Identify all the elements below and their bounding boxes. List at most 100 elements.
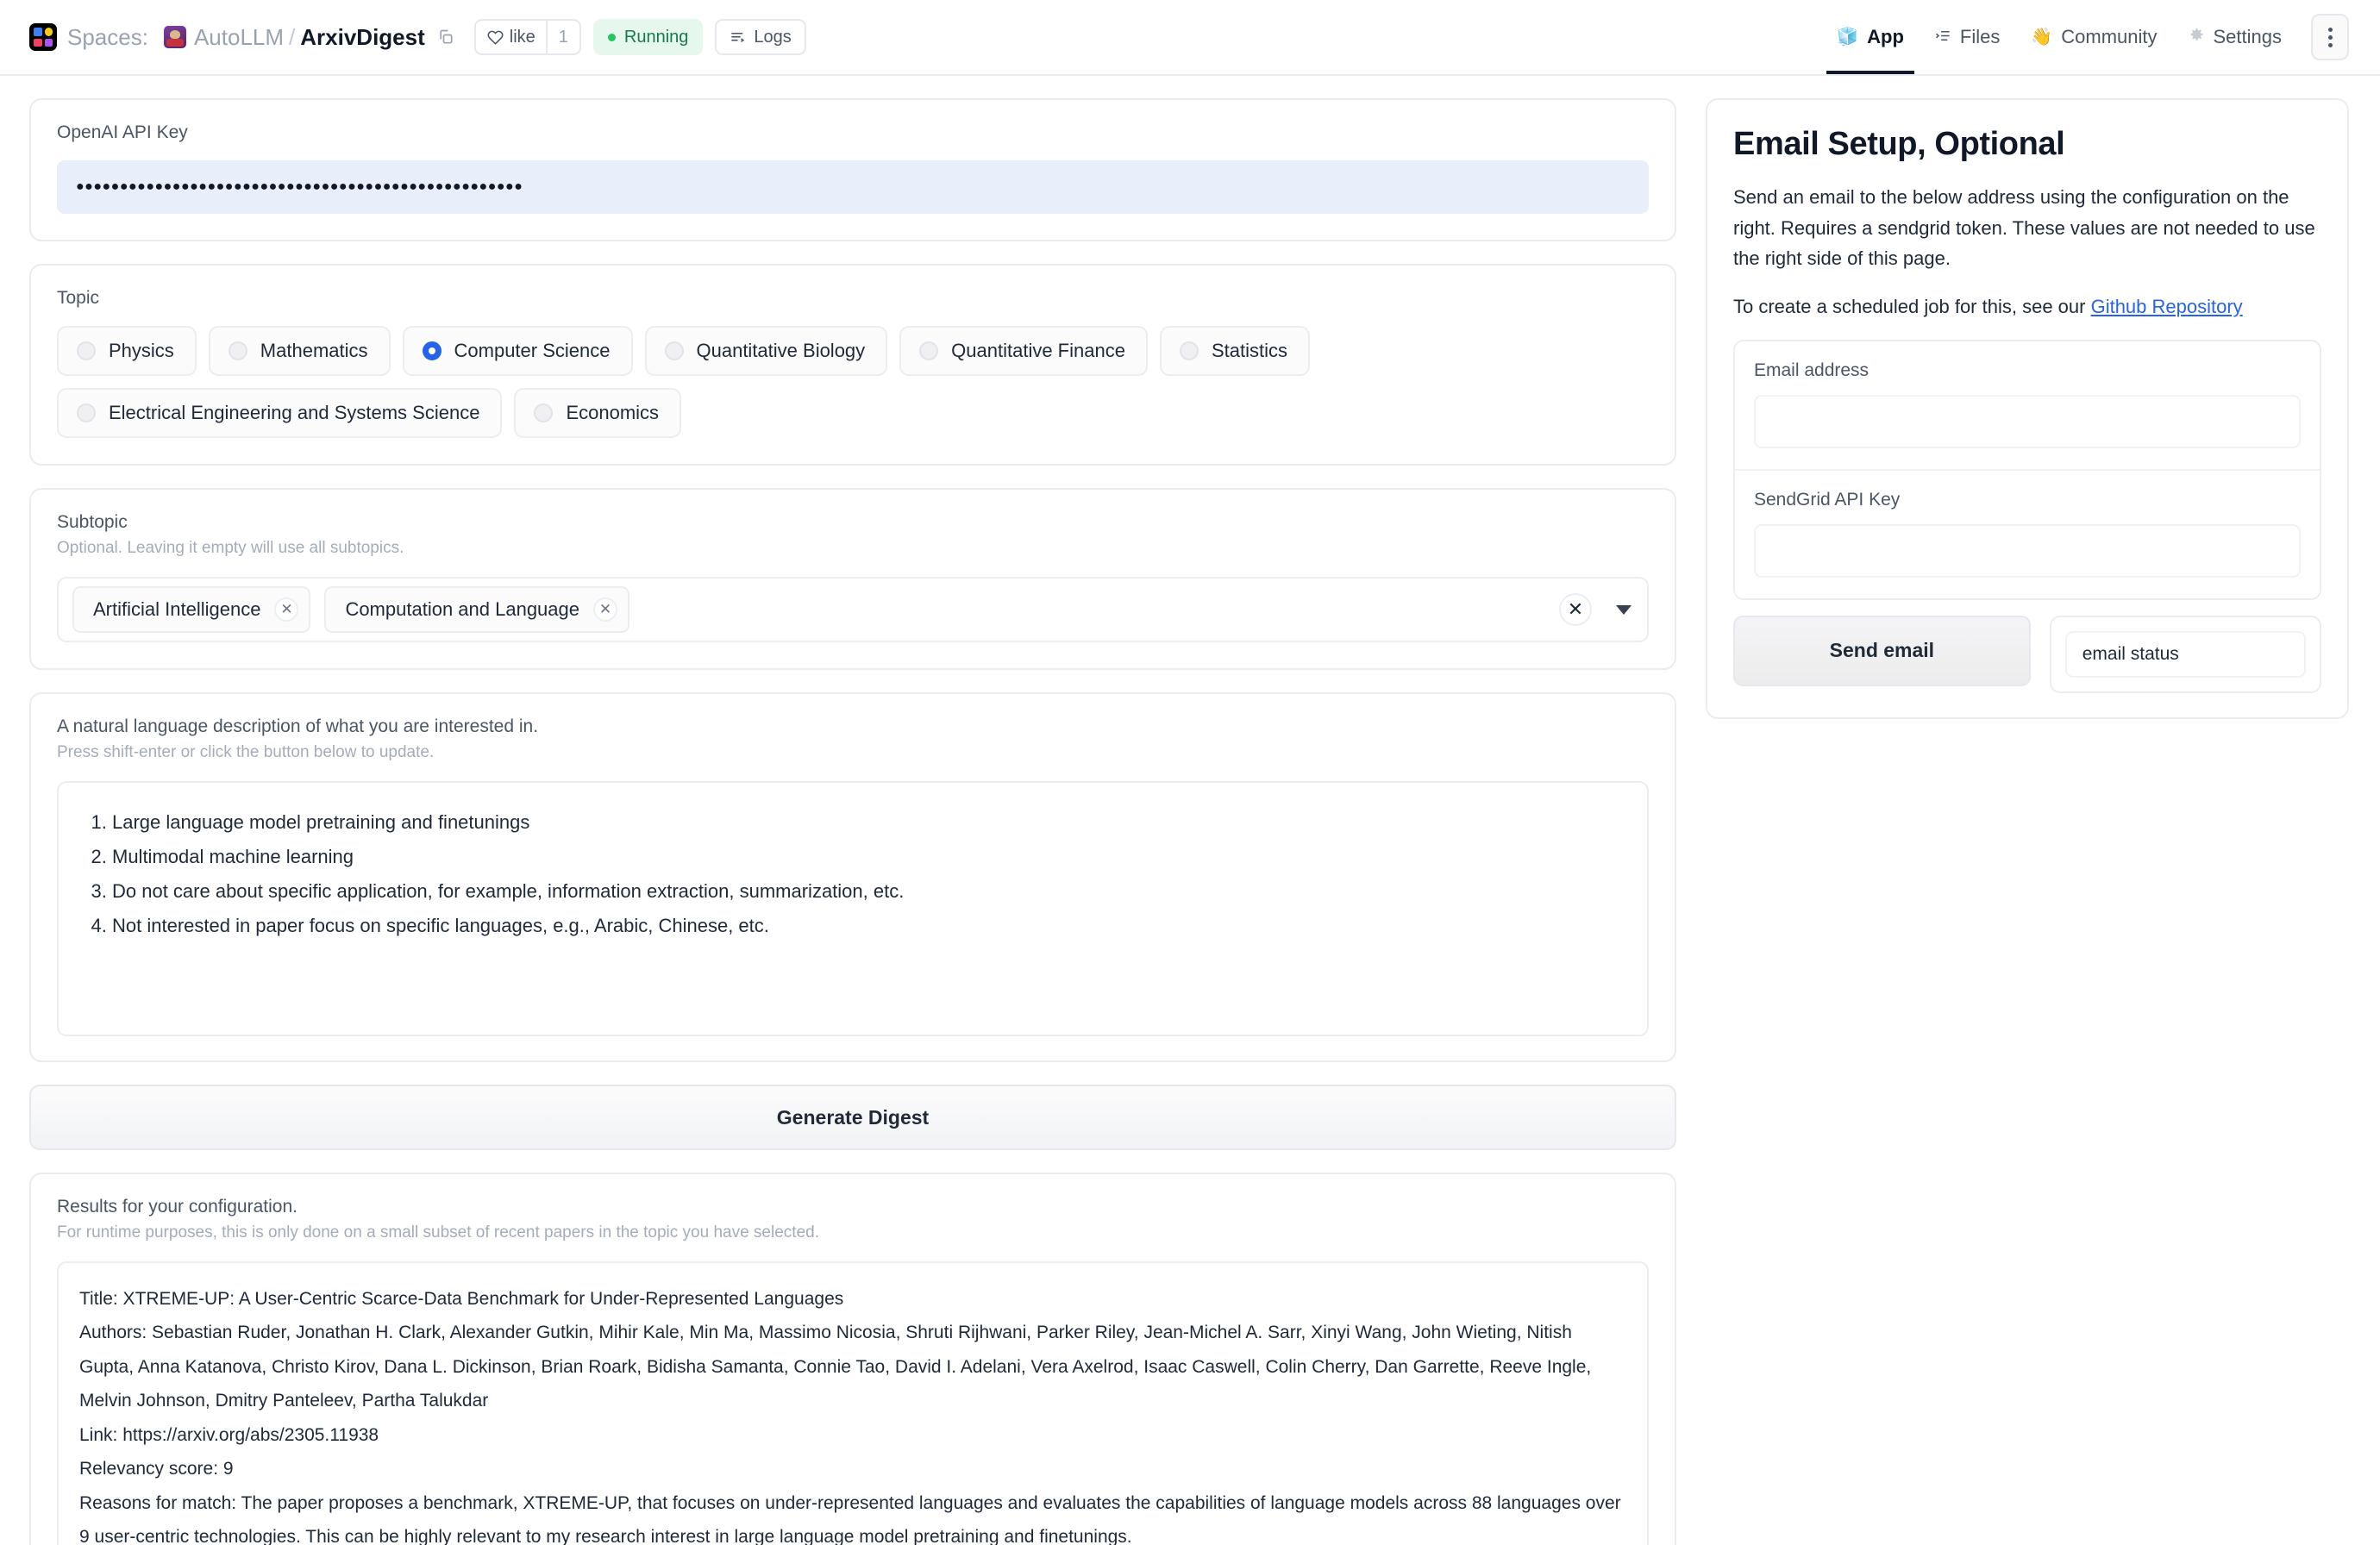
topic-option-statistics[interactable]: Statistics <box>1160 326 1310 376</box>
tab-files-label: Files <box>1960 26 2000 48</box>
list-item: Multimodal machine learning <box>112 840 1623 874</box>
owner-avatar <box>164 26 186 48</box>
list-item: Large language model pretraining and fin… <box>112 805 1623 840</box>
description-card: A natural language description of what y… <box>29 692 1676 1062</box>
email-status-wrap: email status <box>2050 616 2321 693</box>
radio-icon <box>229 341 247 360</box>
radio-icon <box>534 403 553 422</box>
breadcrumb-separator: / <box>289 24 295 51</box>
topic-option-label: Mathematics <box>260 340 368 362</box>
overflow-menu-icon[interactable] <box>2311 14 2349 60</box>
email-setup-paragraph: Send an email to the below address using… <box>1733 182 2321 274</box>
status-badge: Running <box>593 19 704 55</box>
tab-files[interactable]: Files <box>1920 0 2015 74</box>
sendgrid-field-wrap: SendGrid API Key <box>1735 469 2320 598</box>
topic-option-label: Statistics <box>1212 340 1287 362</box>
token-label: Computation and Language <box>345 598 579 621</box>
topic-option-label: Quantitative Biology <box>697 340 866 362</box>
space-name[interactable]: ArxivDigest <box>300 24 425 51</box>
radio-icon <box>919 341 938 360</box>
logs-label: Logs <box>754 28 791 47</box>
page-body: OpenAI API Key ●●●●●●●●●●●●●●●●●●●●●●●●●… <box>0 76 2380 1545</box>
topic-option-label: Economics <box>566 402 659 424</box>
tab-app-label: App <box>1867 26 1904 48</box>
logs-icon <box>730 29 746 46</box>
email-status-field[interactable]: email status <box>2065 631 2306 678</box>
topic-radio-row-2: Electrical Engineering and Systems Scien… <box>57 388 1649 438</box>
radio-icon <box>665 341 684 360</box>
files-icon <box>1935 28 1951 47</box>
header-pills: like 1 Running Logs <box>474 19 806 55</box>
description-hint: Press shift-enter or click the button be… <box>57 743 1649 762</box>
token-label: Artificial Intelligence <box>93 598 260 621</box>
left-column: OpenAI API Key ●●●●●●●●●●●●●●●●●●●●●●●●●… <box>29 98 1676 1545</box>
subtopic-multiselect[interactable]: Artificial Intelligence ✕ Computation an… <box>57 577 1649 642</box>
result-reasons-line: Reasons for match: The paper proposes a … <box>79 1486 1626 1545</box>
topic-option-economics[interactable]: Economics <box>514 388 681 438</box>
topic-option-quantitative-finance[interactable]: Quantitative Finance <box>899 326 1148 376</box>
description-list: Large language model pretraining and fin… <box>112 805 1623 943</box>
topic-option-electrical-engineering[interactable]: Electrical Engineering and Systems Scien… <box>57 388 502 438</box>
description-textarea[interactable]: Large language model pretraining and fin… <box>57 781 1649 1036</box>
sendgrid-input[interactable] <box>1754 524 2301 578</box>
results-label: Results for your configuration. <box>57 1197 1649 1217</box>
email-address-input[interactable] <box>1754 395 2301 448</box>
radio-selected-icon <box>423 341 442 360</box>
email-setup-paragraph-2: To create a scheduled job for this, see … <box>1733 291 2321 322</box>
list-item: Not interested in paper focus on specifi… <box>112 909 1623 943</box>
topic-option-physics[interactable]: Physics <box>57 326 197 376</box>
topic-option-mathematics[interactable]: Mathematics <box>209 326 391 376</box>
subtopic-card: Subtopic Optional. Leaving it empty will… <box>29 488 1676 670</box>
like-button[interactable]: like 1 <box>474 19 581 55</box>
email-fields-group: Email address SendGrid API Key <box>1733 340 2321 600</box>
subtopic-token-computation-and-language[interactable]: Computation and Language ✕ <box>324 586 629 633</box>
topic-option-label: Quantitative Finance <box>951 340 1125 362</box>
radio-icon <box>77 403 96 422</box>
status-label: Running <box>624 28 689 47</box>
api-key-card: OpenAI API Key ●●●●●●●●●●●●●●●●●●●●●●●●●… <box>29 98 1676 241</box>
tab-settings-label: Settings <box>2214 26 2283 48</box>
description-label: A natural language description of what y… <box>57 716 1649 737</box>
api-key-label: OpenAI API Key <box>57 122 1649 143</box>
topic-card: Topic Physics Mathematics Computer Scien… <box>29 264 1676 466</box>
github-repository-link[interactable]: Github Repository <box>2091 296 2243 317</box>
chevron-down-icon[interactable] <box>1616 605 1632 615</box>
topic-radio-group: Physics Mathematics Computer Science Qua… <box>57 326 1649 438</box>
email-setup-paragraph-2-prefix: To create a scheduled job for this, see … <box>1733 296 2091 317</box>
tab-community[interactable]: 👋 Community <box>2015 0 2172 74</box>
like-label-group: like <box>476 21 546 53</box>
header-nav: 🧊 App Files 👋 Community Settings <box>1821 0 2349 74</box>
clear-all-icon[interactable]: ✕ <box>1559 593 1592 626</box>
like-label: like <box>510 28 536 47</box>
owner-name[interactable]: AutoLLM <box>194 24 284 51</box>
email-address-field-wrap: Email address <box>1735 341 2320 469</box>
radio-icon <box>1180 341 1199 360</box>
topic-option-computer-science[interactable]: Computer Science <box>403 326 633 376</box>
generate-digest-button[interactable]: Generate Digest <box>29 1085 1676 1150</box>
like-count: 1 <box>546 21 579 53</box>
spaces-logo-icon <box>29 23 57 51</box>
close-icon[interactable]: ✕ <box>593 597 617 622</box>
topic-option-label: Physics <box>109 340 174 362</box>
send-email-button[interactable]: Send email <box>1733 616 2031 686</box>
sendgrid-label: SendGrid API Key <box>1754 490 2301 510</box>
api-key-input[interactable]: ●●●●●●●●●●●●●●●●●●●●●●●●●●●●●●●●●●●●●●●●… <box>57 160 1649 214</box>
copy-icon[interactable] <box>436 28 455 47</box>
email-setup-card: Email Setup, Optional Send an email to t… <box>1706 98 2349 719</box>
description-item-text: Not interested in paper focus on specifi… <box>112 915 769 936</box>
results-output[interactable]: Title: XTREME-UP: A User-Centric Scarce-… <box>57 1261 1649 1545</box>
wave-icon: 👋 <box>2031 28 2052 46</box>
tab-settings[interactable]: Settings <box>2173 0 2298 74</box>
close-icon[interactable]: ✕ <box>274 597 298 622</box>
subtopic-label: Subtopic <box>57 512 1649 533</box>
header-left: Spaces: AutoLLM / ArxivDigest like 1 <box>29 19 1821 55</box>
right-column: Email Setup, Optional Send an email to t… <box>1706 98 2349 741</box>
tab-app[interactable]: 🧊 App <box>1821 0 1920 74</box>
logs-button[interactable]: Logs <box>715 19 805 55</box>
result-authors-line: Authors: Sebastian Ruder, Jonathan H. Cl… <box>79 1316 1626 1417</box>
result-link-line: Link: https://arxiv.org/abs/2305.11938 <box>79 1418 1626 1452</box>
heart-icon <box>487 29 504 46</box>
results-hint: For runtime purposes, this is only done … <box>57 1223 1649 1242</box>
subtopic-token-artificial-intelligence[interactable]: Artificial Intelligence ✕ <box>72 586 310 633</box>
topic-option-quantitative-biology[interactable]: Quantitative Biology <box>645 326 888 376</box>
